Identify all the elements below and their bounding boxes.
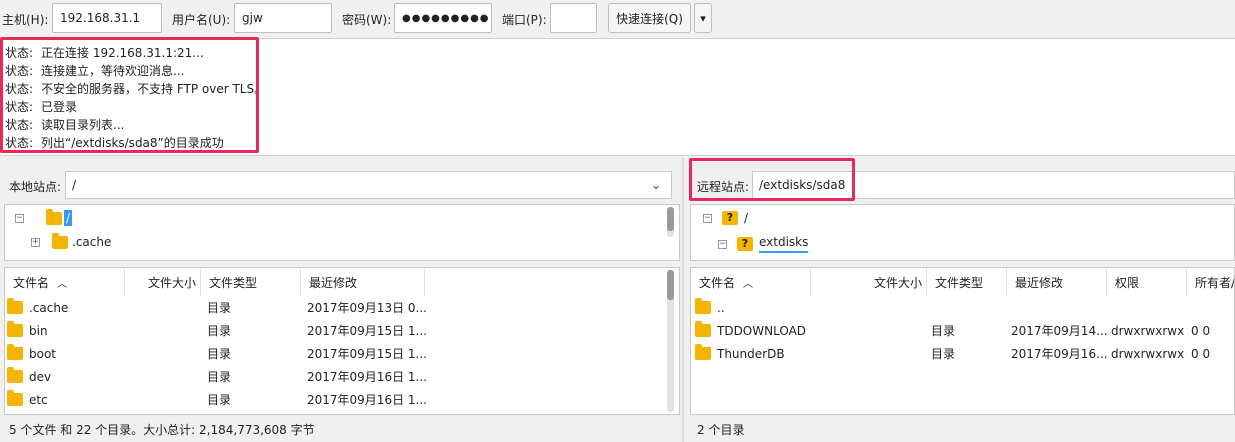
password-label: 密码(W): — [342, 13, 392, 27]
pane-splitter[interactable] — [682, 158, 684, 442]
tree-item-label: .cache — [72, 235, 112, 249]
remote-tree: − ? / − ? extdisks — [690, 204, 1235, 261]
table-row[interactable]: .cache 目录 2017年09月13日 0... — [5, 296, 679, 319]
sort-ascending-icon: ︿ — [57, 278, 68, 290]
tree-item-root[interactable]: − / — [15, 208, 73, 226]
tree-item-label: extdisks — [759, 235, 809, 253]
host-label: 主机(H): — [2, 13, 49, 27]
log-line: 状态: 连接建立，等待欢迎消息... — [5, 64, 185, 78]
folder-icon — [695, 344, 711, 360]
local-site-path[interactable]: / ⌄ — [65, 171, 672, 199]
remote-site-path[interactable]: /extdisks/sda8 — [752, 171, 1235, 199]
log-line: 状态: 读取目录列表... — [5, 118, 125, 132]
table-row[interactable]: ThunderDB 目录 2017年09月16... drwxrwxrwx 0 … — [691, 342, 1234, 365]
chevron-down-icon[interactable]: ⌄ — [651, 178, 661, 192]
tree-item-root[interactable]: − ? / — [703, 211, 748, 225]
local-tree: − / + .cache — [4, 204, 680, 261]
folder-icon — [695, 298, 711, 314]
table-row[interactable]: bin 目录 2017年09月15日 1... — [5, 319, 679, 342]
folder-icon — [46, 208, 62, 225]
local-status-text: 5 个文件 和 22 个目录。大小总计: 2,184,773,608 字节 — [9, 423, 315, 437]
column-header-type[interactable]: 文件类型 — [201, 268, 301, 296]
remote-file-list: 文件名 ︿ 文件大小 文件类型 最近修改 权限 所有者/ .. TDDOWNLO… — [690, 267, 1235, 415]
column-header-owner[interactable]: 所有者/ — [1187, 268, 1234, 296]
local-site-label: 本地站点: — [9, 180, 62, 194]
log-line: 状态: 不安全的服务器，不支持 FTP over TLS。 — [5, 82, 267, 96]
port-input[interactable] — [550, 3, 597, 33]
folder-icon — [7, 367, 23, 383]
table-row[interactable]: etc 目录 2017年09月16日 1... — [5, 388, 679, 411]
log-line: 状态: 列出“/extdisks/sda8”的目录成功 — [5, 136, 224, 150]
column-header-modified[interactable]: 最近修改 — [1007, 268, 1107, 296]
password-input[interactable]: ●●●●●●●●● — [394, 3, 492, 33]
column-header-type[interactable]: 文件类型 — [927, 268, 1007, 296]
remote-status-text: 2 个目录 — [697, 423, 745, 437]
log-line: 状态: 正在连接 192.168.31.1:21... — [5, 46, 204, 60]
unknown-folder-icon: ? — [737, 237, 753, 251]
username-input[interactable] — [234, 3, 332, 33]
message-log: 状态: 正在连接 192.168.31.1:21... 状态: 连接建立，等待欢迎消… — [0, 38, 1235, 156]
tree-item-extdisks[interactable]: − ? extdisks — [718, 235, 809, 253]
folder-icon — [52, 232, 68, 249]
username-label: 用户名(U): — [172, 13, 231, 27]
tree-scrollbar-thumb[interactable] — [667, 207, 674, 231]
table-row[interactable]: boot 目录 2017年09月15日 1... — [5, 342, 679, 365]
local-site-bar: 本地站点: / ⌄ — [0, 166, 680, 204]
collapse-icon[interactable]: − — [703, 213, 712, 223]
sort-ascending-icon: ︿ — [743, 278, 754, 290]
remote-site-bar: 远程站点: /extdisks/sda8 — [686, 166, 1235, 204]
column-header-name[interactable]: 文件名 ︿ — [5, 268, 125, 296]
column-header-size[interactable]: 文件大小 — [125, 268, 201, 296]
column-header-name[interactable]: 文件名 ︿ — [691, 268, 811, 296]
tree-item-cache[interactable]: + .cache — [31, 232, 112, 249]
list-scrollbar-thumb[interactable] — [667, 270, 674, 300]
column-header-modified[interactable]: 最近修改 — [301, 268, 425, 296]
tree-item-label: / — [64, 210, 73, 226]
expand-icon[interactable]: + — [31, 237, 40, 247]
folder-icon — [7, 344, 23, 360]
folder-icon — [7, 298, 23, 314]
port-label: 端口(P): — [502, 13, 547, 27]
quickconnect-dropdown-button[interactable]: ▾ — [694, 3, 712, 33]
tree-item-label: / — [744, 211, 749, 225]
remote-site-label: 远程站点: — [697, 180, 750, 194]
folder-icon — [7, 321, 23, 337]
folder-icon — [7, 390, 23, 406]
folder-icon — [695, 321, 711, 337]
column-header-size[interactable]: 文件大小 — [811, 268, 927, 296]
table-row[interactable]: TDDOWNLOAD 目录 2017年09月14... drwxrwxrwx 0… — [691, 319, 1234, 342]
collapse-icon[interactable]: − — [718, 239, 727, 249]
column-header-permissions[interactable]: 权限 — [1107, 268, 1187, 296]
quickconnect-button[interactable]: 快速连接(Q) — [608, 3, 691, 33]
collapse-icon[interactable]: − — [15, 213, 24, 223]
table-row[interactable]: .. — [691, 296, 1234, 319]
table-row[interactable]: dev 目录 2017年09月16日 1... — [5, 365, 679, 388]
local-file-list: 文件名 ︿ 文件大小 文件类型 最近修改 .cache 目录 2017年09月1… — [4, 267, 680, 415]
host-input[interactable] — [52, 3, 162, 33]
unknown-folder-icon: ? — [722, 211, 738, 225]
log-line: 状态: 已登录 — [5, 100, 78, 114]
